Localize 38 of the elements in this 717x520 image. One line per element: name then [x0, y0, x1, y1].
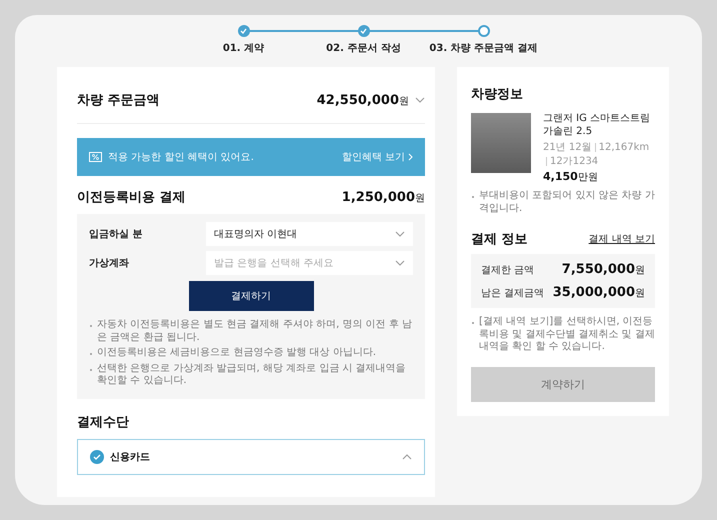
photo-placeholder [471, 113, 531, 173]
field-label: 가상계좌 [89, 257, 130, 270]
note-text: 자동차 이전등록비용은 별도 현금 결제해 주셔야 하며, 명의 이전 후 남은 금액은 환급 됩니다. [89, 319, 413, 344]
chevron-down-icon [395, 231, 405, 237]
car-spec: 21년 12월 [543, 141, 592, 154]
note-text: 선택한 은행으로 가상계좌 발급되며, 해당 계좌로 입금 시 결제내역을 확인할 수 있습니다. [89, 362, 413, 388]
summary-label: 남은 결제금액 [481, 286, 544, 300]
banner-text: 적용 가능한 할인 혜택이 있어요. [108, 151, 254, 164]
chevron-down-icon [415, 97, 425, 103]
summary-amount: 7,550,000원 [562, 262, 645, 277]
section-title: 차량정보 [471, 86, 524, 103]
select-field[interactable]: 대표명의자 이현대 [206, 222, 413, 246]
step-label: 03. 차량 주문금액 결제 [429, 42, 538, 55]
summary-label: 결제한 금액 [481, 264, 534, 276]
car-spec: 12가1234 [550, 155, 598, 168]
note-text: 부대비용이 포함되어 있지 않은 차량 가격입니다. [471, 190, 655, 215]
step-label: 02. 주문서 작성 [326, 42, 401, 55]
note-text: [결제 내역 보기]를 선택하시면, 이전등록비용 및 결제수단별 결제취소 및 결제내역을 확인 할 수 있습니다. [471, 316, 655, 354]
section-title: 차량 주문금액 [77, 92, 160, 109]
chevron-right-icon [408, 153, 413, 161]
payment-history-link[interactable]: 결제 내역 보기 [588, 232, 655, 246]
chevron-down-icon [395, 260, 405, 266]
car-price: 4,150만원 [543, 170, 599, 184]
percent-coupon-icon [89, 152, 102, 162]
pay-button[interactable]: 결제하기 [188, 281, 314, 311]
payment-method-option[interactable]: 신용카드 [77, 438, 425, 474]
section-title: 결제 정보 [471, 231, 528, 248]
order-amount: 42,550,000원 [316, 92, 409, 108]
car-name: 그랜저 IG 스마트스트림 가솔린 2.5 [543, 113, 652, 138]
car-spec: 12,167km [598, 142, 650, 152]
step-label: 01. 계약 [222, 42, 264, 55]
chevron-up-icon [402, 454, 412, 460]
note-text: 이전등록비용은 세금비용으로 현금영수증 발행 대상 아닙니다. [89, 347, 413, 360]
registration-amount: 1,250,000원 [342, 190, 425, 204]
section-title: 이전등록비용 결제 [77, 189, 186, 206]
summary-amount: 35,000,000원 [552, 285, 645, 300]
field-label: 입금하실 분 [89, 228, 144, 241]
section-title: 결제수단 [77, 414, 129, 430]
